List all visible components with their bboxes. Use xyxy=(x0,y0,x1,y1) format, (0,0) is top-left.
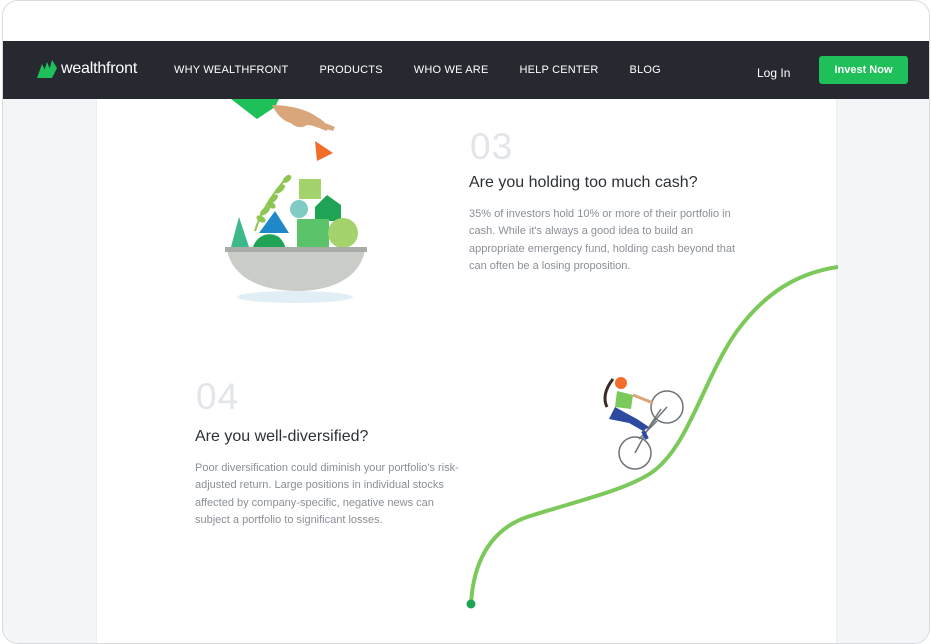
browser-frame: wealthfront WHY WEALTHFRONT PRODUCTS WHO… xyxy=(2,0,930,644)
nav-link-why-wealthfront[interactable]: WHY WEALTHFRONT xyxy=(174,64,288,76)
bowl-of-shapes-illustration xyxy=(225,99,367,303)
brand-name: wealthfront xyxy=(61,60,138,77)
invest-now-button[interactable]: Invest Now xyxy=(819,56,908,84)
window-top-bar xyxy=(3,1,929,41)
main-navigation: wealthfront WHY WEALTHFRONT PRODUCTS WHO… xyxy=(3,41,929,99)
brand-logo[interactable]: wealthfront xyxy=(37,60,137,78)
section-title: Are you holding too much cash? xyxy=(469,174,698,191)
nav-link-products[interactable]: PRODUCTS xyxy=(319,64,382,76)
page-content: 03 Are you holding too much cash? 35% of… xyxy=(3,99,929,643)
content-panel: 03 Are you holding too much cash? 35% of… xyxy=(96,99,838,643)
nav-link-help-center[interactable]: HELP CENTER xyxy=(520,64,599,76)
section-title: Are you well-diversified? xyxy=(195,428,369,445)
login-link[interactable]: Log In xyxy=(757,66,790,80)
nav-link-who-we-are[interactable]: WHO WE ARE xyxy=(414,64,489,76)
wealthfront-logo-icon xyxy=(37,60,57,78)
nav-link-blog[interactable]: BLOG xyxy=(630,64,661,76)
nav-links: WHY WEALTHFRONT PRODUCTS WHO WE ARE HELP… xyxy=(174,64,692,76)
cyclist-on-curve-illustration xyxy=(466,265,838,609)
section-body: Poor diversification could diminish your… xyxy=(195,462,459,527)
section-number: 04 xyxy=(196,376,240,417)
section-number: 03 xyxy=(470,126,514,167)
